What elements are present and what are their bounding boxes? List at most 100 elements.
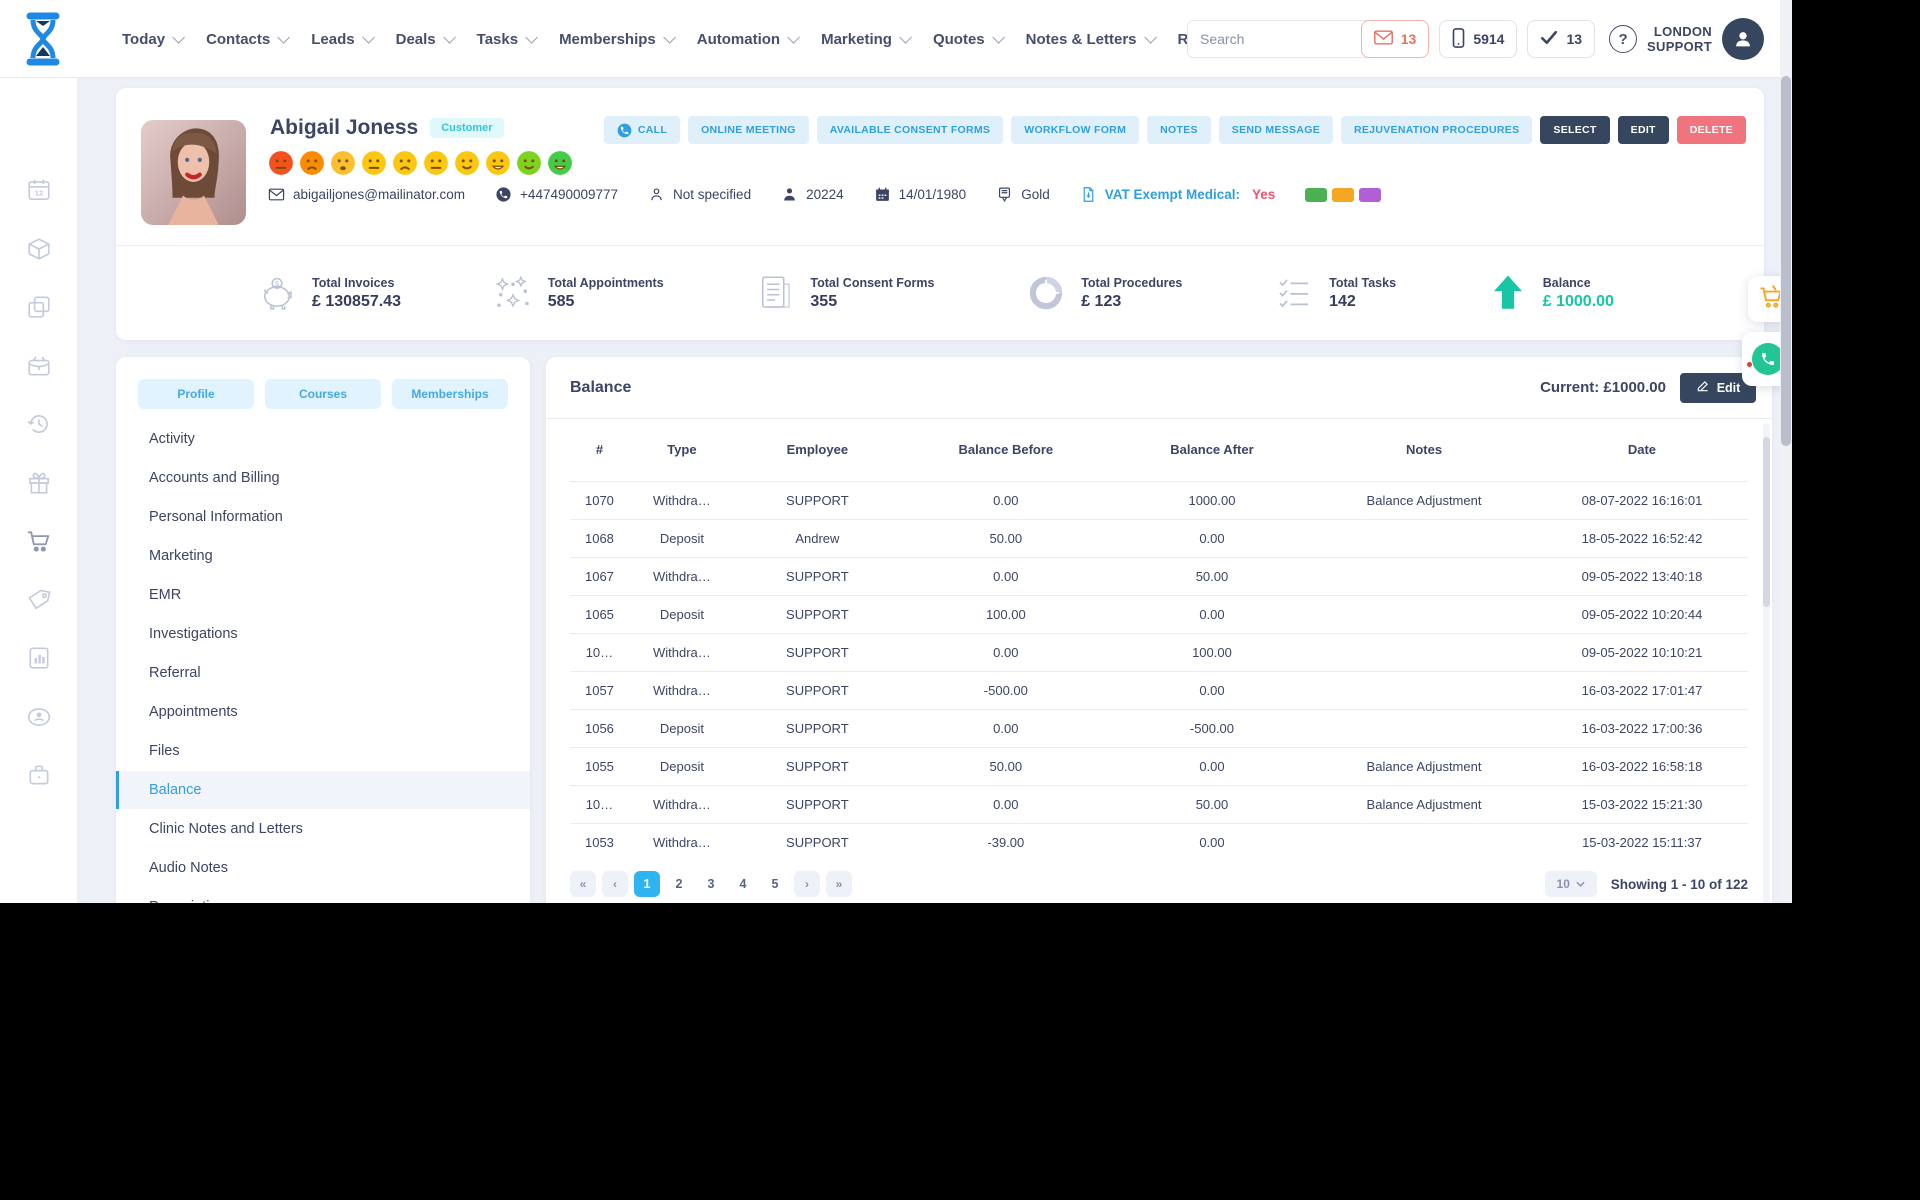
rail-price-tag-icon[interactable] [26, 587, 52, 613]
sidebar-item-activity[interactable]: Activity [116, 420, 530, 458]
online-meeting-button[interactable]: ONLINE MEETING [688, 116, 809, 144]
select-button[interactable]: SELECT [1540, 116, 1610, 144]
pagination-last-button[interactable]: » [826, 871, 852, 897]
messages-badge[interactable]: 13 [1360, 20, 1430, 58]
sidebar-item-files[interactable]: Files [116, 732, 530, 770]
nav-item-notes-letters[interactable]: Notes & Letters [1026, 31, 1157, 48]
nav-item-memberships[interactable]: Memberships [559, 31, 676, 48]
help-icon[interactable]: ? [1609, 25, 1638, 53]
sidebar-item-prescriptions[interactable]: Prescriptions [116, 888, 530, 903]
sms-count: 5914 [1473, 31, 1505, 47]
satisfaction-emoji-10[interactable] [547, 150, 573, 176]
chevron-down-icon [899, 30, 912, 44]
nav-item-automation[interactable]: Automation [697, 31, 801, 48]
rail-user-circle-icon[interactable] [26, 704, 52, 730]
sidebar-item-accounts-and-billing[interactable]: Accounts and Billing [116, 459, 530, 497]
notes-button[interactable]: NOTES [1147, 116, 1211, 144]
pagination-page-3[interactable]: 3 [698, 871, 724, 897]
nav-item-tasks[interactable]: Tasks [477, 31, 539, 48]
page-size-select[interactable]: 10 [1544, 871, 1597, 897]
pagination-page-1[interactable]: 1 [634, 871, 660, 897]
pagination-page-5[interactable]: 5 [762, 871, 788, 897]
satisfaction-emoji-5[interactable] [392, 150, 418, 176]
table-row[interactable]: 1068 Deposit Andrew 50.00 0.00 18-05-2022 16:… [570, 518, 1748, 557]
sidebar-item-marketing[interactable]: Marketing [116, 537, 530, 575]
svg-text:12: 12 [35, 188, 43, 197]
sidebar-item-investigations[interactable]: Investigations [116, 615, 530, 653]
client-actions: CALL ONLINE MEETING AVAILABLE CONSENT FORM… [603, 116, 1746, 144]
sidebar-item-clinic-notes-and-letters[interactable]: Clinic Notes and Letters [116, 810, 530, 848]
vat-exempt: VAT Exempt Medical: Yes [1080, 186, 1275, 203]
sidebar-item-appointments[interactable]: Appointments [116, 693, 530, 731]
satisfaction-emoji-2[interactable] [299, 150, 325, 176]
tab-memberships[interactable]: Memberships [392, 379, 508, 409]
satisfaction-emoji-1[interactable] [268, 150, 294, 176]
table-row[interactable]: 10… Withdra… SUPPORT 0.00 100.00 09-05-2022 1… [570, 632, 1748, 671]
rail-case-icon[interactable] [26, 762, 52, 788]
satisfaction-emoji-4[interactable] [361, 150, 387, 176]
sidebar-item-personal-information[interactable]: Personal Information [116, 498, 530, 536]
satisfaction-emoji-3[interactable] [330, 150, 356, 176]
table-row[interactable]: 1057 Withdra… SUPPORT -500.00 0.00 16-03-2022… [570, 670, 1748, 709]
pagination-page-4[interactable]: 4 [730, 871, 756, 897]
app-logo-icon[interactable] [20, 12, 66, 66]
rail-gift-icon[interactable] [26, 470, 52, 496]
satisfaction-emoji-6[interactable] [423, 150, 449, 176]
sms-badge[interactable]: 5914 [1439, 20, 1518, 58]
table-row[interactable]: 10… Withdra… SUPPORT 0.00 50.00 Balance Adjus… [570, 784, 1748, 823]
pagination-next-button[interactable]: › [794, 871, 820, 897]
rail-package-icon[interactable] [26, 236, 52, 262]
table-scrollbar-thumb[interactable] [1763, 437, 1770, 607]
sidebar-item-audio-notes[interactable]: Audio Notes [116, 849, 530, 887]
nav-item-contacts[interactable]: Contacts [206, 31, 291, 48]
table-row[interactable]: 1056 Deposit SUPPORT 0.00 -500.00 16-03-2022 … [570, 708, 1748, 747]
nav-item-leads[interactable]: Leads [311, 31, 375, 48]
table-row[interactable]: 1070 Withdra… SUPPORT 0.00 1000.00 Balance Ad… [570, 480, 1748, 519]
label-chip-2[interactable] [1332, 187, 1355, 202]
edit-button[interactable]: EDIT [1617, 116, 1669, 144]
sidebar-item-emr[interactable]: EMR [116, 576, 530, 614]
nav-item-today[interactable]: Today [122, 31, 186, 48]
client-photo[interactable] [141, 120, 246, 225]
workflow-form-button[interactable]: WORKFLOW FORM [1011, 116, 1140, 144]
main-navigation: Today Contacts Leads Deals Tasks Memberships A… [122, 0, 1309, 78]
send-message-button[interactable]: SEND MESSAGE [1218, 116, 1333, 144]
rejuvenation-procedures-button[interactable]: REJUVENATION PROCEDURES [1341, 116, 1533, 144]
rail-calendar-icon[interactable]: 12 [26, 177, 52, 203]
table-row[interactable]: 1055 Deposit SUPPORT 50.00 0.00 Balance Adjus… [570, 746, 1748, 785]
call-button[interactable]: CALL [603, 116, 681, 144]
tasks-badge[interactable]: 13 [1527, 20, 1596, 58]
column-header-date: Date [1627, 442, 1657, 458]
sidebar-item-balance[interactable]: Balance [116, 771, 530, 809]
satisfaction-emoji-7[interactable] [454, 150, 480, 176]
available-consent-forms-button[interactable]: AVAILABLE CONSENT FORMS [816, 116, 1004, 144]
rail-history-icon[interactable] [26, 411, 52, 437]
page-scrollbar-thumb[interactable] [1781, 76, 1791, 446]
satisfaction-emoji-8[interactable] [485, 150, 511, 176]
rail-cart-icon[interactable] [26, 528, 52, 554]
client-detail: 14/01/1980 [874, 186, 966, 203]
rail-wallet-icon[interactable] [26, 353, 52, 379]
calendar-solid-icon [874, 186, 891, 203]
nav-item-deals[interactable]: Deals [396, 31, 456, 48]
pagination-page-2[interactable]: 2 [666, 871, 692, 897]
pagination-prev-button[interactable]: ‹ [602, 871, 628, 897]
user-avatar-icon[interactable] [1722, 18, 1764, 60]
table-row[interactable]: 1065 Deposit SUPPORT 100.00 0.00 09-05-2022 1… [570, 594, 1748, 633]
label-chip-3[interactable] [1359, 187, 1382, 202]
nav-item-marketing[interactable]: Marketing [821, 31, 912, 48]
label-chip-1[interactable] [1305, 187, 1328, 202]
tab-courses[interactable]: Courses [265, 379, 381, 409]
sidebar-item-referral[interactable]: Referral [116, 654, 530, 692]
nav-item-quotes[interactable]: Quotes [933, 31, 1005, 48]
table-row[interactable]: 1067 Withdra… SUPPORT 0.00 50.00 09-05-2022 1… [570, 556, 1748, 595]
satisfaction-emoji-9[interactable] [516, 150, 542, 176]
pagination-first-button[interactable]: « [570, 871, 596, 897]
consent-form-icon [754, 272, 796, 314]
chevron-down-icon [442, 30, 456, 44]
tab-profile[interactable]: Profile [138, 379, 254, 409]
rail-report-icon[interactable] [26, 645, 52, 671]
delete-button[interactable]: DELETE [1676, 116, 1746, 144]
rail-copy-icon[interactable] [26, 294, 52, 320]
table-row[interactable]: 1053 Withdra… SUPPORT -39.00 0.00 15-03-2022 … [570, 822, 1748, 861]
